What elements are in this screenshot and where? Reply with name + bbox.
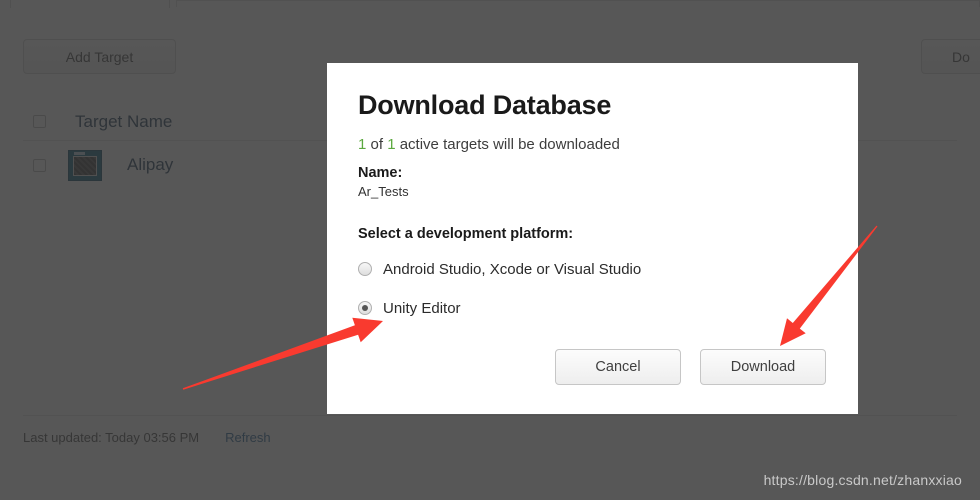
download-button[interactable]: Download [700,349,826,385]
radio-icon-unselected[interactable] [358,262,372,277]
dialog-title: Download Database [358,90,612,120]
platform-section-label: Select a development platform: [358,225,574,242]
name-value: Ar_Tests [358,183,409,199]
watermark-url: https://blog.csdn.net/zhanxxiao [763,472,962,488]
dialog-actions: Cancel Download [358,349,826,385]
dialog-summary: 1 of 1 active targets will be downloaded [358,136,826,153]
radio-icon-selected[interactable] [358,301,372,316]
summary-middle-text: of [366,135,388,153]
download-database-dialog: Download Database 1 of 1 active targets … [327,63,858,414]
radio-option-label: Unity Editor [383,299,461,317]
cancel-button[interactable]: Cancel [555,349,681,385]
radio-option-android-xcode-visualstudio[interactable]: Android Studio, Xcode or Visual Studio [358,261,826,278]
name-label: Name: [358,164,403,181]
radio-option-unity-editor[interactable]: Unity Editor [358,300,826,317]
radio-option-label: Android Studio, Xcode or Visual Studio [383,260,642,278]
summary-suffix-text: active targets will be downloaded [395,135,620,153]
total-target-count: 1 [387,135,396,153]
